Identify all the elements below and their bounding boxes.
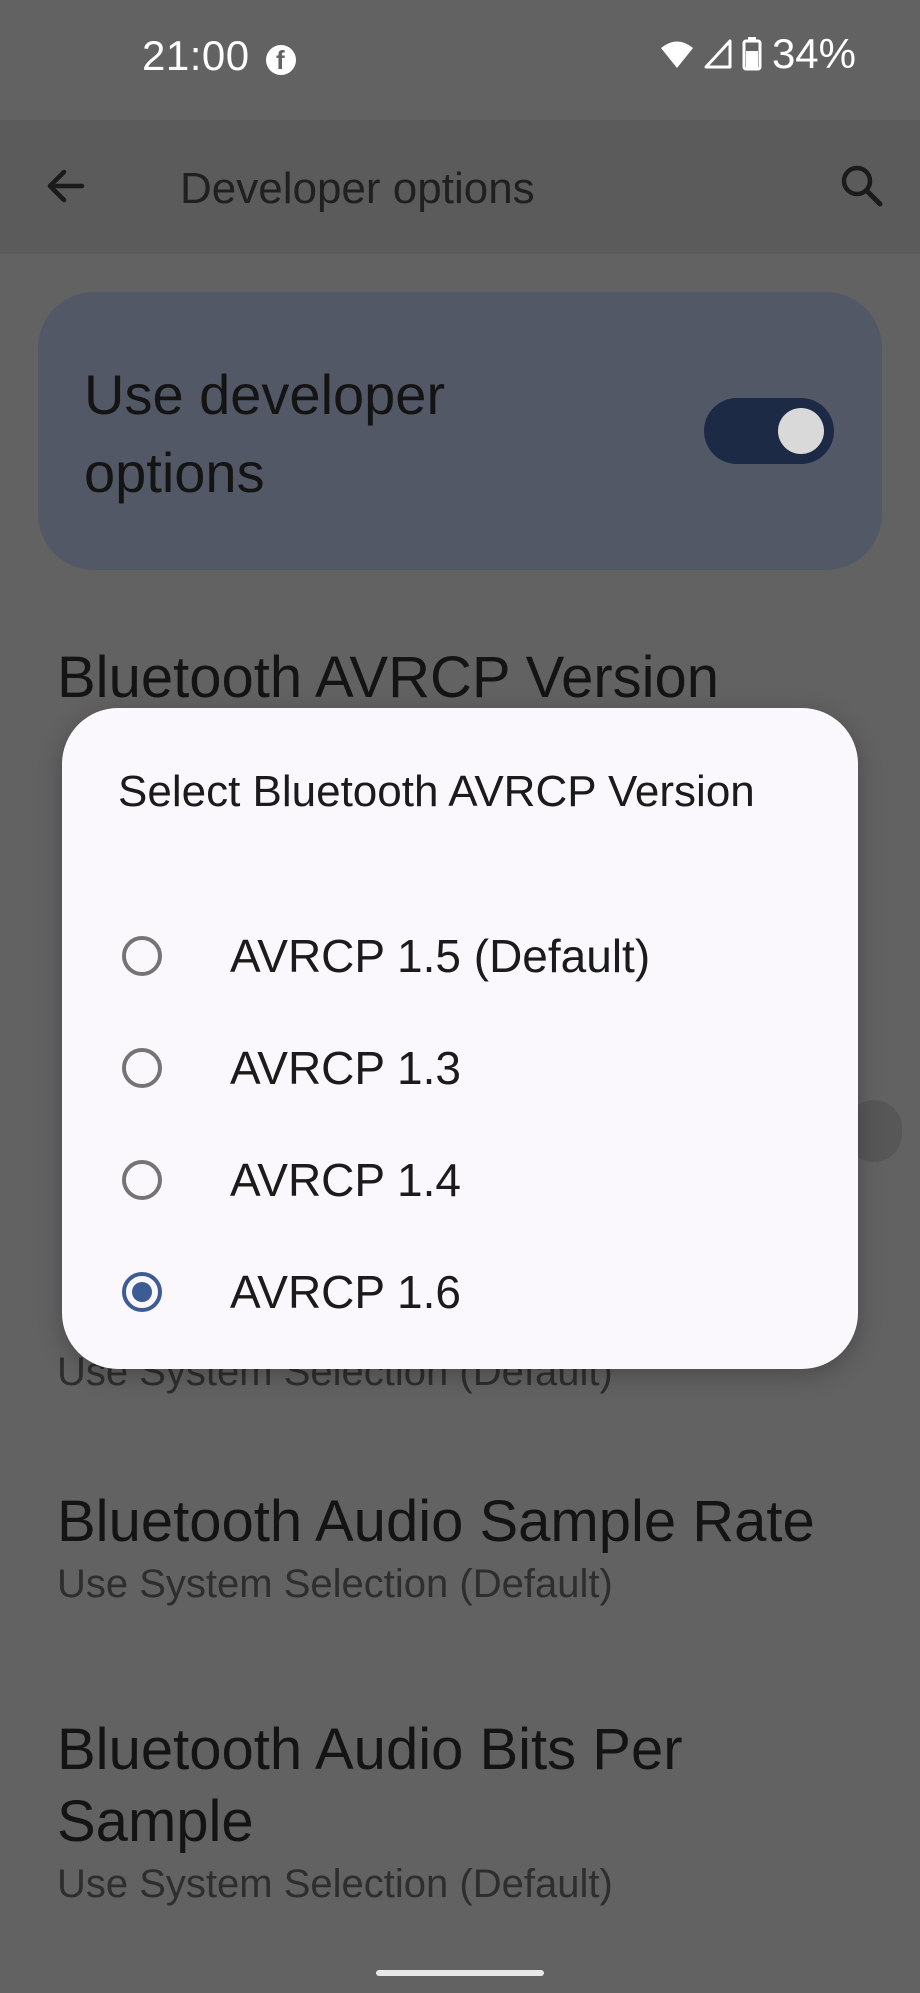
status-time: 21:00 (142, 32, 250, 79)
developer-options-card[interactable]: Use developer options (38, 292, 882, 570)
developer-options-label: Use developer options (84, 363, 446, 504)
setting-title: Bluetooth Audio Sample Rate (57, 1489, 815, 1554)
battery-percent: 34% (771, 30, 856, 77)
battery-icon (742, 37, 762, 71)
option-avrcp-1-5[interactable]: AVRCP 1.5 (Default) (62, 902, 858, 1014)
option-avrcp-1-3[interactable]: AVRCP 1.3 (62, 1014, 858, 1126)
setting-bluetooth-audio-bits-per-sample[interactable]: Bluetooth Audio Bits Per Sample Use Syst… (57, 1714, 777, 1910)
option-avrcp-1-4[interactable]: AVRCP 1.4 (62, 1126, 858, 1238)
setting-title: Bluetooth AVRCP Version (57, 645, 720, 710)
setting-title: Bluetooth Audio Bits Per Sample (57, 1717, 683, 1854)
facebook-icon: f (266, 45, 296, 75)
developer-options-switch[interactable] (704, 398, 834, 464)
page-title: Developer options (180, 164, 535, 213)
cell-signal-icon (704, 39, 732, 69)
setting-summary: Use System Selection (Default) (57, 1562, 613, 1606)
dialog-title: Select Bluetooth AVRCP Version (118, 767, 755, 816)
search-icon[interactable] (836, 160, 888, 212)
app-bar: Developer options (0, 120, 920, 254)
setting-bluetooth-avrcp-version[interactable]: Bluetooth AVRCP Version (57, 642, 877, 714)
radio-button-selected[interactable] (122, 1272, 162, 1312)
option-avrcp-1-6[interactable]: AVRCP 1.6 (62, 1238, 858, 1350)
option-label: AVRCP 1.6 (230, 1266, 461, 1318)
radio-button[interactable] (122, 1160, 162, 1200)
status-bar: 21:00 f 34% (0, 0, 920, 120)
switch-knob (778, 408, 824, 454)
arrow-back-icon[interactable] (40, 160, 92, 212)
option-label: AVRCP 1.3 (230, 1042, 461, 1094)
settings-screen: 21:00 f 34% Developer options Use develo… (0, 0, 920, 1993)
option-label: AVRCP 1.4 (230, 1154, 461, 1206)
radio-button[interactable] (122, 936, 162, 976)
setting-summary: Use System Selection (Default) (57, 1862, 613, 1906)
avrcp-version-dialog: Select Bluetooth AVRCP Version AVRCP 1.5… (62, 708, 858, 1369)
status-icons: 34% (660, 30, 856, 78)
setting-bluetooth-audio-sample-rate[interactable]: Bluetooth Audio Sample Rate Use System S… (57, 1486, 877, 1610)
option-label: AVRCP 1.5 (Default) (230, 930, 651, 982)
wifi-icon (660, 41, 693, 68)
radio-button[interactable] (122, 1048, 162, 1088)
gesture-nav-handle[interactable] (376, 1970, 544, 1976)
radio-dot (132, 1282, 152, 1302)
